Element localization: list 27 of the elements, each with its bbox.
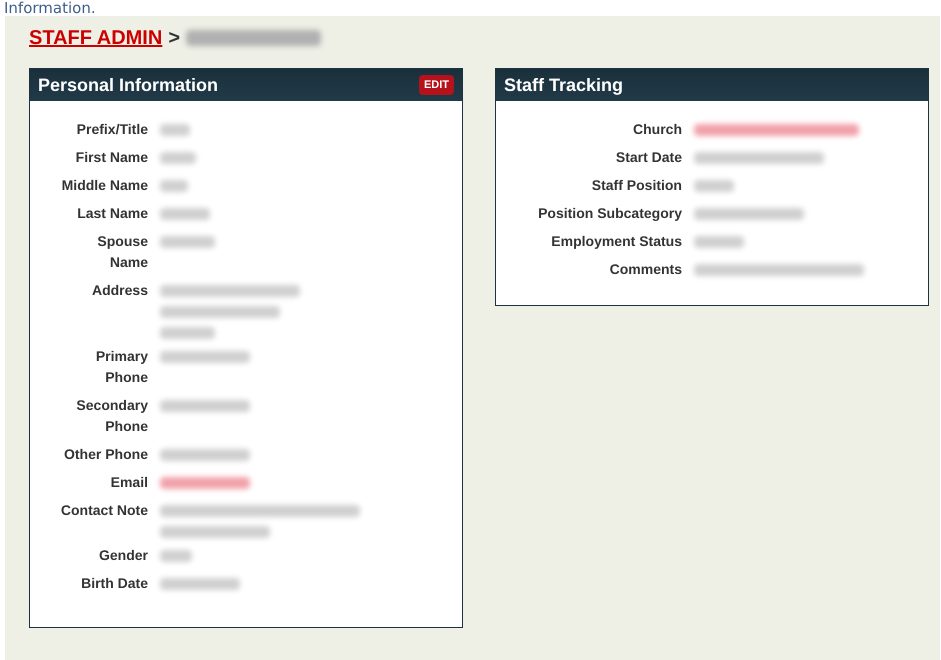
field-label: Prefix/Title — [76, 120, 148, 139]
field-label: Position Subcategory — [537, 204, 682, 223]
edit-button[interactable]: EDIT — [418, 75, 454, 95]
field-label: Staff Position — [590, 176, 682, 195]
field-label: Address — [90, 281, 148, 300]
page-heading: Information. — [3, 0, 97, 16]
field-label: Start Date — [614, 148, 682, 167]
field-label: Middle Name — [60, 176, 148, 195]
field-label: Spouse Name — [96, 232, 148, 272]
field-label: Employment Status — [550, 232, 682, 251]
field-label: Primary Phone — [94, 347, 148, 387]
field-label: First Name — [74, 148, 148, 167]
field-label: Secondary Phone — [75, 396, 148, 436]
field-label: Other Phone — [62, 445, 148, 464]
field-label: Email — [110, 473, 148, 492]
field-label: Last Name — [76, 204, 148, 223]
blurred-link[interactable] — [160, 477, 250, 489]
breadcrumb-separator: > — [168, 26, 180, 51]
panel-title: Staff Tracking — [504, 74, 624, 97]
field-label: Comments — [608, 260, 682, 279]
field-label: Gender — [98, 546, 148, 565]
breadcrumb-link[interactable]: STAFF ADMIN — [29, 23, 162, 53]
field-label: Contact Note — [60, 501, 148, 520]
blurred-link[interactable] — [694, 124, 859, 136]
field-label: Church — [632, 120, 682, 139]
field-label: Birth Date — [80, 574, 148, 593]
panel-title: Personal Information — [38, 74, 218, 96]
